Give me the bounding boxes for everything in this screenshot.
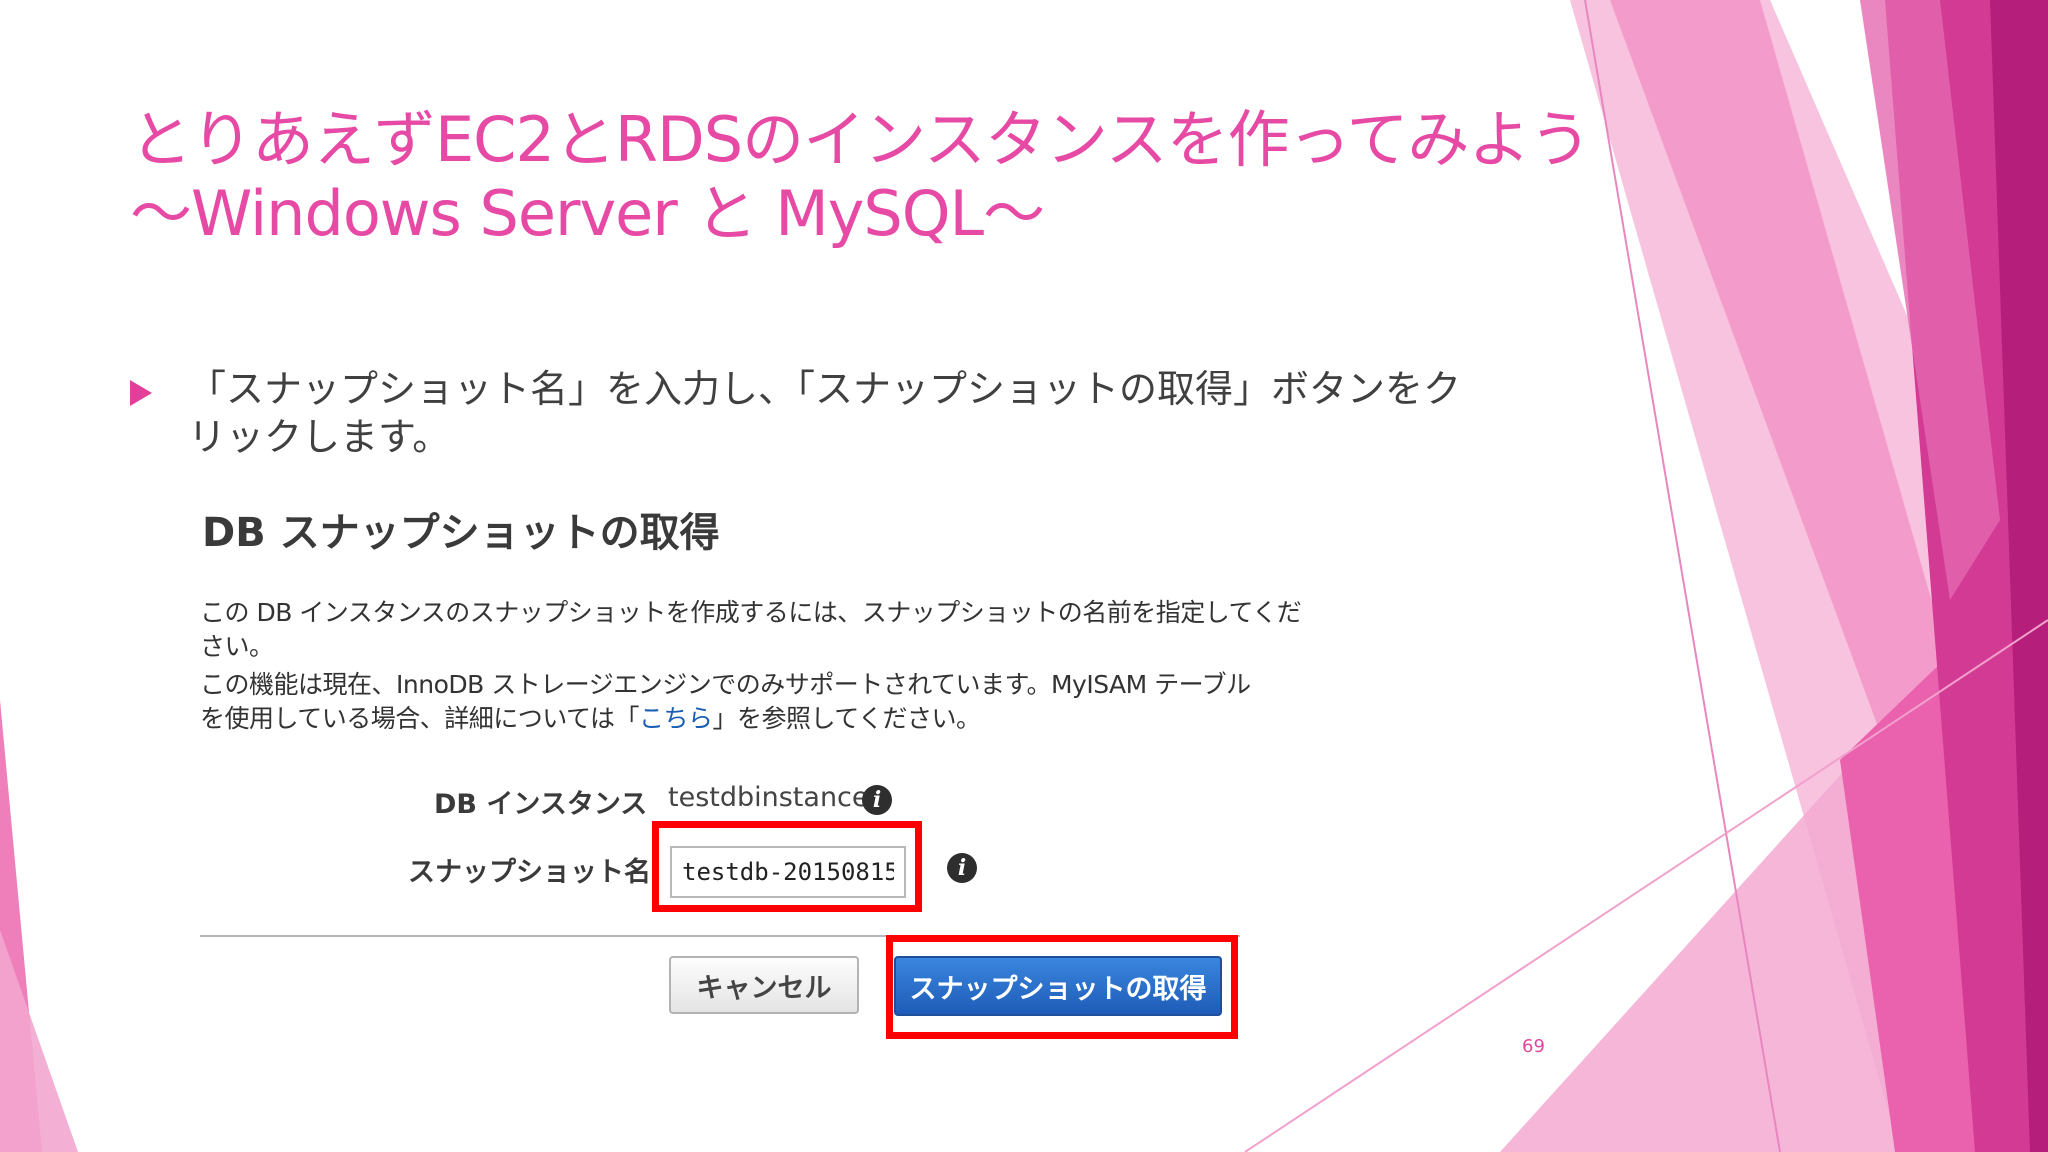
description-line-2: さい。 bbox=[200, 632, 274, 661]
info-icon[interactable]: i bbox=[947, 853, 977, 883]
description-text-after-link: 」を参照してください。 bbox=[712, 704, 982, 733]
description-text-before-link: を使用している場合、詳細については「 bbox=[200, 704, 640, 733]
snapshot-name-input[interactable] bbox=[670, 846, 906, 898]
dialog-title: DB スナップショットの取得 bbox=[202, 510, 720, 556]
description-line-3: この機能は現在、InnoDB ストレージエンジンでのみサポートされています。My… bbox=[200, 670, 1251, 699]
slide: とりあえずEC2とRDSのインスタンスを作ってみよう ～Windows Serv… bbox=[0, 0, 2048, 1152]
help-link[interactable]: こちら bbox=[639, 704, 713, 733]
description-line-1: この DB インスタンスのスナップショットを作成するには、スナップショットの名前… bbox=[200, 598, 1302, 627]
snapshot-name-label: スナップショット名 bbox=[408, 857, 651, 888]
info-icon[interactable]: i bbox=[862, 785, 892, 815]
bullet-text-line-2: リックします。 bbox=[188, 415, 451, 459]
triangle-right-icon bbox=[130, 380, 152, 406]
db-snapshot-dialog: DB スナップショットの取得 この DB インスタンスのスナップショットを作成す… bbox=[178, 480, 1302, 1060]
db-instance-value: testdbinstance bbox=[668, 782, 869, 813]
slide-number: 69 bbox=[1522, 1036, 1545, 1057]
slide-title-line-1: とりあえずEC2とRDSのインスタンスを作ってみよう bbox=[130, 103, 1592, 176]
description-line-4: を使用している場合、詳細については「こちら」を参照してください。 bbox=[200, 702, 981, 736]
bullet-text-line-1: 「スナップショット名」を入力し、「スナップショットの取得」ボタンをク bbox=[188, 367, 1462, 411]
cancel-button[interactable]: キャンセル bbox=[669, 956, 859, 1014]
slide-title-line-2: ～Windows Server と MySQL～ bbox=[130, 177, 1045, 250]
take-snapshot-button[interactable]: スナップショットの取得 bbox=[894, 956, 1222, 1016]
db-instance-label: DB インスタンス bbox=[434, 789, 648, 820]
